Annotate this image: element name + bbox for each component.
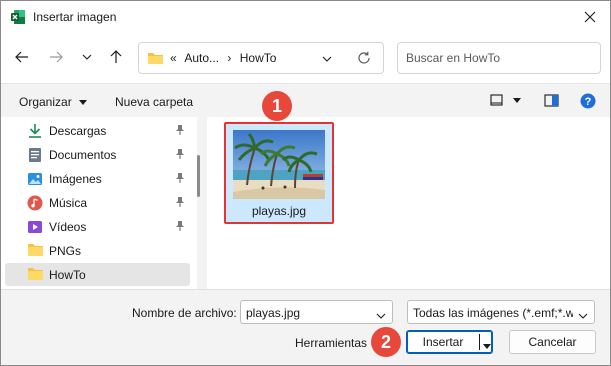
- sidebar-item-documentos[interactable]: Documentos: [5, 143, 190, 166]
- pin-icon: [175, 172, 185, 187]
- forward-button[interactable]: [45, 46, 67, 68]
- preview-pane-button[interactable]: [544, 94, 559, 111]
- close-button[interactable]: [578, 5, 602, 29]
- search-input[interactable]: [406, 51, 586, 65]
- step-badge-2: 2: [371, 327, 401, 357]
- breadcrumb-item-auto[interactable]: Auto...: [184, 51, 219, 65]
- organize-label: Organizar: [19, 95, 72, 109]
- step-badge-1: 1: [262, 91, 292, 121]
- file-item-playas[interactable]: playas.jpg: [224, 122, 334, 224]
- recent-locations-button[interactable]: [76, 46, 98, 68]
- sidebar-item-label: Descargas: [49, 124, 107, 138]
- tools-button[interactable]: Herramientas: [295, 336, 367, 350]
- download-icon: [27, 123, 43, 139]
- pin-icon: [175, 148, 185, 163]
- insert-image-dialog: Insertar imagen « Auto... › HowTo Buscar…: [0, 0, 611, 366]
- caret-down-icon: [483, 344, 491, 349]
- breadcrumb-item-howto[interactable]: HowTo: [240, 51, 277, 65]
- insert-button[interactable]: Insertar: [407, 335, 479, 349]
- filename-value: playas.jpg: [246, 306, 301, 320]
- arrow-up-icon: [110, 50, 122, 63]
- filetype-value: Todas las imágenes (*.emf;*.wmf: [413, 306, 573, 320]
- dialog-footer: Nombre de archivo: playas.jpg Todas las …: [1, 289, 610, 365]
- sidebar-item-howto[interactable]: HowTo: [5, 263, 190, 286]
- sidebar-item-label: Documentos: [49, 148, 117, 162]
- pin-icon: [175, 196, 185, 211]
- file-list: playas.jpg 1: [207, 91, 610, 289]
- sidebar-item-label: Imágenes: [49, 172, 102, 186]
- pictures-icon: [27, 171, 43, 187]
- sidebar-item-videos[interactable]: Vídeos: [5, 215, 190, 238]
- command-toolbar: Organizar Nueva carpeta ?: [1, 83, 610, 117]
- videos-icon: [27, 219, 43, 235]
- chevron-down-icon: [322, 56, 332, 62]
- filename-field[interactable]: playas.jpg: [240, 300, 393, 324]
- folder-icon: [27, 243, 43, 259]
- help-button[interactable]: ?: [580, 93, 596, 112]
- cancel-button[interactable]: Cancelar: [509, 330, 596, 354]
- close-icon: [584, 11, 596, 23]
- breadcrumb-overflow[interactable]: «: [170, 51, 177, 65]
- navigation-bar: « Auto... › HowTo: [1, 33, 610, 83]
- folder-icon: [27, 267, 43, 283]
- back-button[interactable]: [11, 46, 33, 68]
- sidebar-item-label: PNGs: [49, 244, 82, 258]
- filetype-select[interactable]: Todas las imágenes (*.emf;*.wmf: [407, 300, 595, 324]
- new-folder-button[interactable]: Nueva carpeta: [115, 95, 193, 109]
- view-icon: [490, 94, 521, 106]
- caret-down-icon: [79, 100, 88, 105]
- arrow-right-icon: [50, 51, 63, 63]
- pin-icon: [175, 220, 185, 235]
- refresh-icon: [358, 51, 370, 64]
- address-bar[interactable]: « Auto... › HowTo: [138, 42, 384, 74]
- documents-icon: [27, 147, 43, 163]
- refresh-button[interactable]: [357, 51, 371, 68]
- address-dropdown-button[interactable]: [322, 52, 332, 66]
- pin-icon: [175, 124, 185, 139]
- sidebar-item-musica[interactable]: Música: [5, 191, 190, 214]
- sidebar-item-label: HowTo: [49, 268, 86, 282]
- chevron-down-icon: [578, 309, 588, 323]
- sidebar-scrollbar[interactable]: [197, 155, 200, 197]
- help-icon: ?: [580, 93, 596, 109]
- breadcrumb: « Auto... › HowTo: [170, 51, 281, 65]
- window-title: Insertar imagen: [33, 10, 117, 24]
- sidebar-item-label: Música: [49, 196, 88, 210]
- navigation-pane: Descargas Documentos Imágenes Música Víd…: [1, 117, 197, 289]
- sidebar-item-descargas[interactable]: Descargas: [5, 119, 190, 142]
- insert-split-button: Insertar: [406, 330, 493, 354]
- title-bar: Insertar imagen: [1, 1, 610, 33]
- sidebar-item-label: Vídeos: [49, 220, 87, 234]
- chevron-down-icon[interactable]: [376, 309, 386, 323]
- preview-pane-icon: [544, 94, 559, 107]
- sidebar-item-pngs[interactable]: PNGs: [5, 239, 190, 262]
- image-thumbnail: [233, 130, 325, 199]
- view-options-button[interactable]: [490, 94, 522, 111]
- up-button[interactable]: [105, 46, 127, 68]
- organize-button[interactable]: Organizar: [19, 95, 88, 109]
- insert-options-button[interactable]: [483, 339, 491, 353]
- svg-text:?: ?: [585, 96, 592, 108]
- chevron-down-icon: [82, 54, 92, 60]
- search-box[interactable]: [397, 42, 601, 74]
- breadcrumb-separator-icon: ›: [227, 51, 232, 65]
- folder-icon: [147, 51, 164, 68]
- sidebar-item-imagenes[interactable]: Imágenes: [5, 167, 190, 190]
- split-divider: [479, 334, 480, 350]
- music-icon: [27, 195, 43, 211]
- arrow-left-icon: [15, 51, 28, 63]
- excel-icon: [10, 9, 26, 25]
- file-name: playas.jpg: [251, 204, 307, 218]
- filename-label: Nombre de archivo:: [132, 306, 237, 320]
